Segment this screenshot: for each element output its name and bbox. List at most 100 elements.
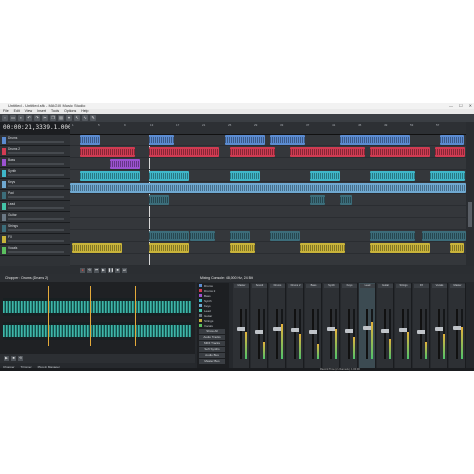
track-lane[interactable] (70, 135, 466, 146)
audio-clip[interactable] (430, 171, 465, 181)
track-lane[interactable] (70, 243, 466, 254)
record-icon[interactable]: ● (80, 267, 85, 273)
audio-clip[interactable] (370, 231, 415, 241)
vertical-scrollbar[interactable] (466, 122, 474, 266)
audio-clip[interactable] (230, 171, 260, 181)
audio-clip[interactable] (149, 243, 189, 253)
audio-clip[interactable] (435, 147, 465, 157)
track-header[interactable]: Drums 20.0 dB (0, 146, 70, 157)
audio-clip[interactable] (310, 195, 325, 205)
track-lane[interactable] (70, 195, 466, 206)
mixer-filter-button[interactable]: Master Bus (199, 359, 225, 364)
mixer-filter-button[interactable]: Soft Synths (199, 347, 225, 352)
track-volume-slider[interactable] (8, 229, 64, 231)
audio-clip[interactable] (80, 147, 135, 157)
audio-clip[interactable] (422, 231, 466, 241)
audio-clip[interactable] (149, 171, 189, 181)
pause-icon[interactable]: ❚❚ (108, 267, 114, 273)
track-lane[interactable] (70, 219, 466, 230)
track-header[interactable]: Bass0.0 dB (0, 157, 70, 168)
audio-clip[interactable] (340, 135, 410, 145)
audio-clip[interactable] (80, 171, 140, 181)
loop-icon[interactable]: ⟲ (87, 267, 92, 273)
scroll-thumb[interactable] (468, 202, 472, 227)
track-header[interactable]: Synth0.0 dB (0, 168, 70, 179)
go-end-icon[interactable]: ⏭ (122, 267, 127, 273)
mixer-filter-button[interactable]: Show All (199, 329, 225, 334)
audio-clip[interactable] (340, 195, 352, 205)
track-lane[interactable] (70, 159, 466, 170)
audio-clip[interactable] (149, 195, 169, 205)
redo-icon[interactable]: ↷ (34, 115, 40, 121)
track-header[interactable]: Strings0.0 dB (0, 223, 70, 234)
region-marker[interactable] (90, 286, 91, 346)
audio-clip[interactable] (110, 159, 140, 169)
audio-clip[interactable] (310, 171, 340, 181)
track-lane[interactable] (70, 171, 466, 182)
edit-tool-icon[interactable]: ↖ (74, 115, 80, 121)
snap-icon[interactable]: ⌖ (66, 115, 72, 121)
track-header[interactable]: Pad0.0 dB (0, 190, 70, 201)
cut-icon[interactable]: ✂ (42, 115, 48, 121)
audio-clip[interactable] (440, 135, 464, 145)
track-lane[interactable] (70, 255, 466, 266)
waveform-right[interactable] (3, 322, 191, 340)
track-volume-slider[interactable] (8, 152, 64, 154)
stop-icon[interactable]: ■ (11, 356, 16, 361)
audio-clip[interactable] (300, 243, 345, 253)
track-header[interactable]: FX0.0 dB (0, 234, 70, 245)
track-volume-slider[interactable] (8, 207, 64, 209)
play-icon[interactable]: ▶ (101, 267, 106, 273)
track-header[interactable]: Keys0.0 dB (0, 179, 70, 190)
audio-clip[interactable] (270, 135, 305, 145)
audio-clip[interactable] (370, 171, 415, 181)
stop-icon[interactable]: ■ (115, 267, 120, 273)
draw-tool-icon[interactable]: ✎ (90, 115, 96, 121)
track-volume-slider[interactable] (8, 141, 64, 143)
track-volume-slider[interactable] (8, 251, 64, 253)
play-start-icon[interactable]: ⏮ (94, 267, 99, 273)
audio-clip[interactable] (72, 243, 122, 253)
paste-icon[interactable]: ▤ (58, 115, 64, 121)
audio-clip[interactable] (149, 147, 219, 157)
audio-clip[interactable] (270, 231, 300, 241)
audio-clip[interactable] (370, 243, 430, 253)
open-icon[interactable]: ▭ (10, 115, 16, 121)
waveform-left[interactable] (3, 298, 191, 316)
audio-clip[interactable] (149, 231, 189, 241)
track-lane[interactable] (70, 231, 466, 242)
audio-clip[interactable] (80, 135, 100, 145)
audio-clip[interactable] (290, 147, 365, 157)
audio-clip[interactable] (230, 243, 255, 253)
track-lane[interactable] (70, 207, 466, 218)
audio-clip[interactable] (70, 183, 466, 193)
timeline-lanes[interactable] (70, 135, 466, 266)
track-lane[interactable] (70, 147, 466, 158)
track-lane[interactable] (70, 183, 466, 194)
region-marker[interactable] (135, 286, 136, 346)
new-icon[interactable]: ▫ (2, 115, 8, 121)
audio-clip[interactable] (149, 135, 174, 145)
audio-clip[interactable] (450, 243, 464, 253)
audio-clip[interactable] (190, 231, 215, 241)
audio-clip[interactable] (225, 135, 265, 145)
track-header[interactable]: Guitar0.0 dB (0, 212, 70, 223)
track-header[interactable]: Drums0.0 dB (0, 135, 70, 146)
audio-clip[interactable] (230, 231, 250, 241)
track-volume-slider[interactable] (8, 218, 64, 220)
track-volume-slider[interactable] (8, 163, 64, 165)
play-icon[interactable]: ▶ (4, 356, 9, 361)
mixer-filter-button[interactable]: MIDI Tracks (199, 341, 225, 346)
copy-icon[interactable]: ❐ (50, 115, 56, 121)
track-volume-slider[interactable] (8, 240, 64, 242)
audio-clip[interactable] (370, 147, 430, 157)
track-volume-slider[interactable] (8, 174, 64, 176)
loop-icon[interactable]: ⟲ (18, 356, 23, 361)
envelope-tool-icon[interactable]: ∿ (82, 115, 88, 121)
mixer-filter-button[interactable]: Audio Tracks (199, 335, 225, 340)
save-icon[interactable]: ▪ (18, 115, 24, 121)
mixer-filter-button[interactable]: Audio Bus (199, 353, 225, 358)
audio-clip[interactable] (230, 147, 275, 157)
region-marker[interactable] (48, 286, 49, 346)
mixer-channel-item[interactable]: Vocals (197, 323, 229, 328)
